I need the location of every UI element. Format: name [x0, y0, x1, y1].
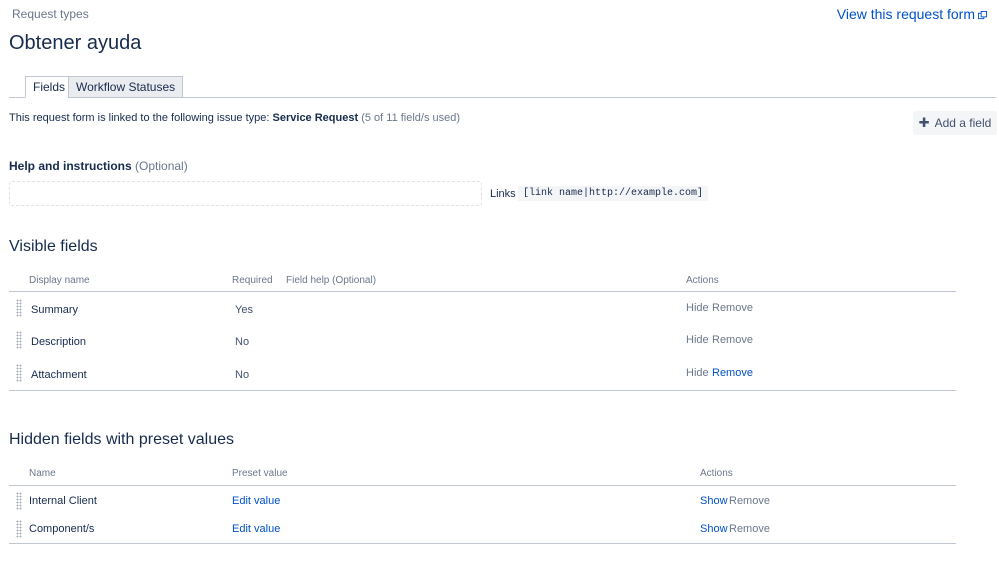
table-header-divider — [9, 485, 956, 486]
column-display-name: Display name — [29, 275, 90, 286]
edit-value-link[interactable]: Edit value — [232, 523, 280, 535]
remove-action[interactable]: Remove — [729, 523, 770, 535]
hide-action[interactable]: Hide — [686, 302, 709, 314]
drag-handle-icon[interactable] — [16, 520, 22, 538]
table-bottom-divider — [9, 390, 956, 391]
column-actions: Actions — [686, 275, 719, 286]
add-field-button[interactable]: ✚ Add a field — [913, 111, 997, 135]
table-bottom-divider — [9, 543, 956, 544]
drag-handle-icon[interactable] — [16, 331, 22, 349]
hide-action[interactable]: Hide — [686, 367, 709, 379]
tab-workflow-statuses[interactable]: Workflow Statuses — [68, 76, 184, 98]
field-name: Description — [31, 336, 87, 348]
field-required[interactable]: No — [235, 369, 249, 381]
help-heading-label: Help and instructions — [9, 159, 132, 173]
help-heading: Help and instructions (Optional) — [9, 159, 188, 173]
field-required[interactable]: Yes — [235, 304, 253, 316]
drag-handle-icon[interactable] — [16, 364, 22, 382]
view-request-form-link[interactable]: View this request form — [837, 6, 987, 22]
links-label: Links — [490, 188, 516, 200]
linked-prefix: This request form is linked to the follo… — [9, 112, 270, 124]
tab-fields[interactable]: Fields — [25, 76, 74, 98]
help-optional: (Optional) — [135, 159, 188, 173]
page-title: Obtener ayuda — [9, 32, 142, 54]
hidden-fields-title: Hidden fields with preset values — [9, 431, 235, 448]
linked-issue-type-text: This request form is linked to the follo… — [9, 112, 460, 124]
field-name: Attachment — [31, 369, 87, 381]
remove-action[interactable]: Remove — [729, 495, 770, 507]
column-name: Name — [29, 468, 56, 479]
view-request-form-label[interactable]: View this request form — [837, 6, 975, 22]
hide-action[interactable]: Hide — [686, 334, 709, 346]
field-name: Component/s — [29, 523, 95, 535]
show-action[interactable]: Show — [700, 495, 728, 507]
remove-action[interactable]: Remove — [712, 302, 753, 314]
links-syntax-example: [link name|http://example.com] — [518, 186, 709, 201]
external-link-icon — [978, 10, 987, 19]
fields-usage: (5 of 11 field/s used) — [361, 112, 461, 124]
column-required: Required — [232, 275, 273, 286]
edit-value-link[interactable]: Edit value — [232, 495, 280, 507]
column-preset-value: Preset value — [232, 468, 288, 479]
drag-handle-icon[interactable] — [16, 492, 22, 510]
table-header-divider — [9, 291, 956, 292]
field-name: Internal Client — [29, 495, 97, 507]
column-actions: Actions — [700, 468, 733, 479]
add-field-label: Add a field — [934, 116, 992, 130]
visible-fields-title: Visible fields — [9, 238, 98, 255]
plus-icon: ✚ — [918, 115, 930, 130]
breadcrumb[interactable]: Request types — [12, 7, 89, 21]
column-field-help: Field help (Optional) — [286, 275, 377, 286]
help-instructions-input[interactable] — [9, 181, 482, 206]
field-required[interactable]: No — [235, 336, 249, 348]
show-action[interactable]: Show — [700, 523, 728, 535]
drag-handle-icon[interactable] — [16, 299, 22, 317]
remove-action[interactable]: Remove — [712, 334, 753, 346]
remove-action[interactable]: Remove — [712, 367, 753, 379]
linked-issue-type: Service Request — [272, 112, 359, 124]
field-name: Summary — [31, 304, 79, 316]
